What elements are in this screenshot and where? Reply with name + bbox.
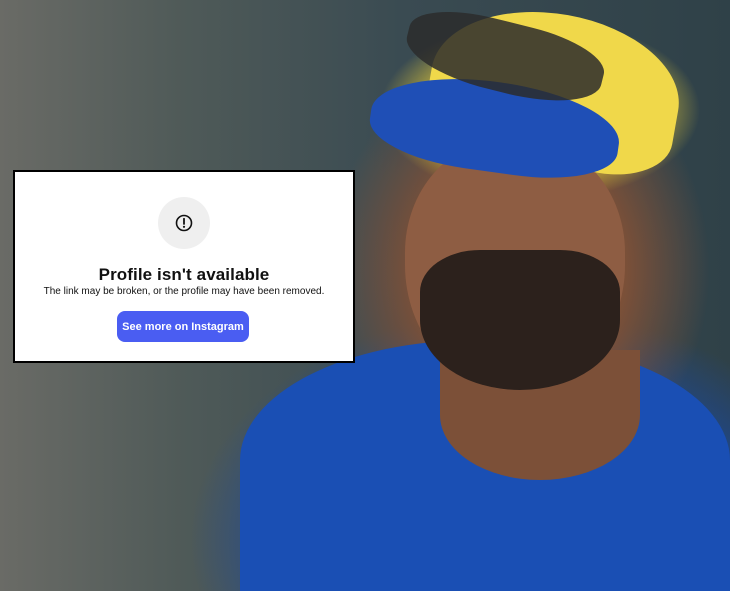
- error-message: The link may be broken, or the profile m…: [43, 286, 325, 297]
- exclamation-icon: [175, 214, 193, 232]
- alert-circle-icon: [158, 197, 210, 249]
- profile-unavailable-card: Profile isn't available The link may be …: [13, 170, 355, 363]
- see-more-on-instagram-button[interactable]: See more on Instagram: [117, 311, 249, 342]
- beard-shape: [420, 250, 620, 390]
- error-title: Profile isn't available: [98, 265, 270, 284]
